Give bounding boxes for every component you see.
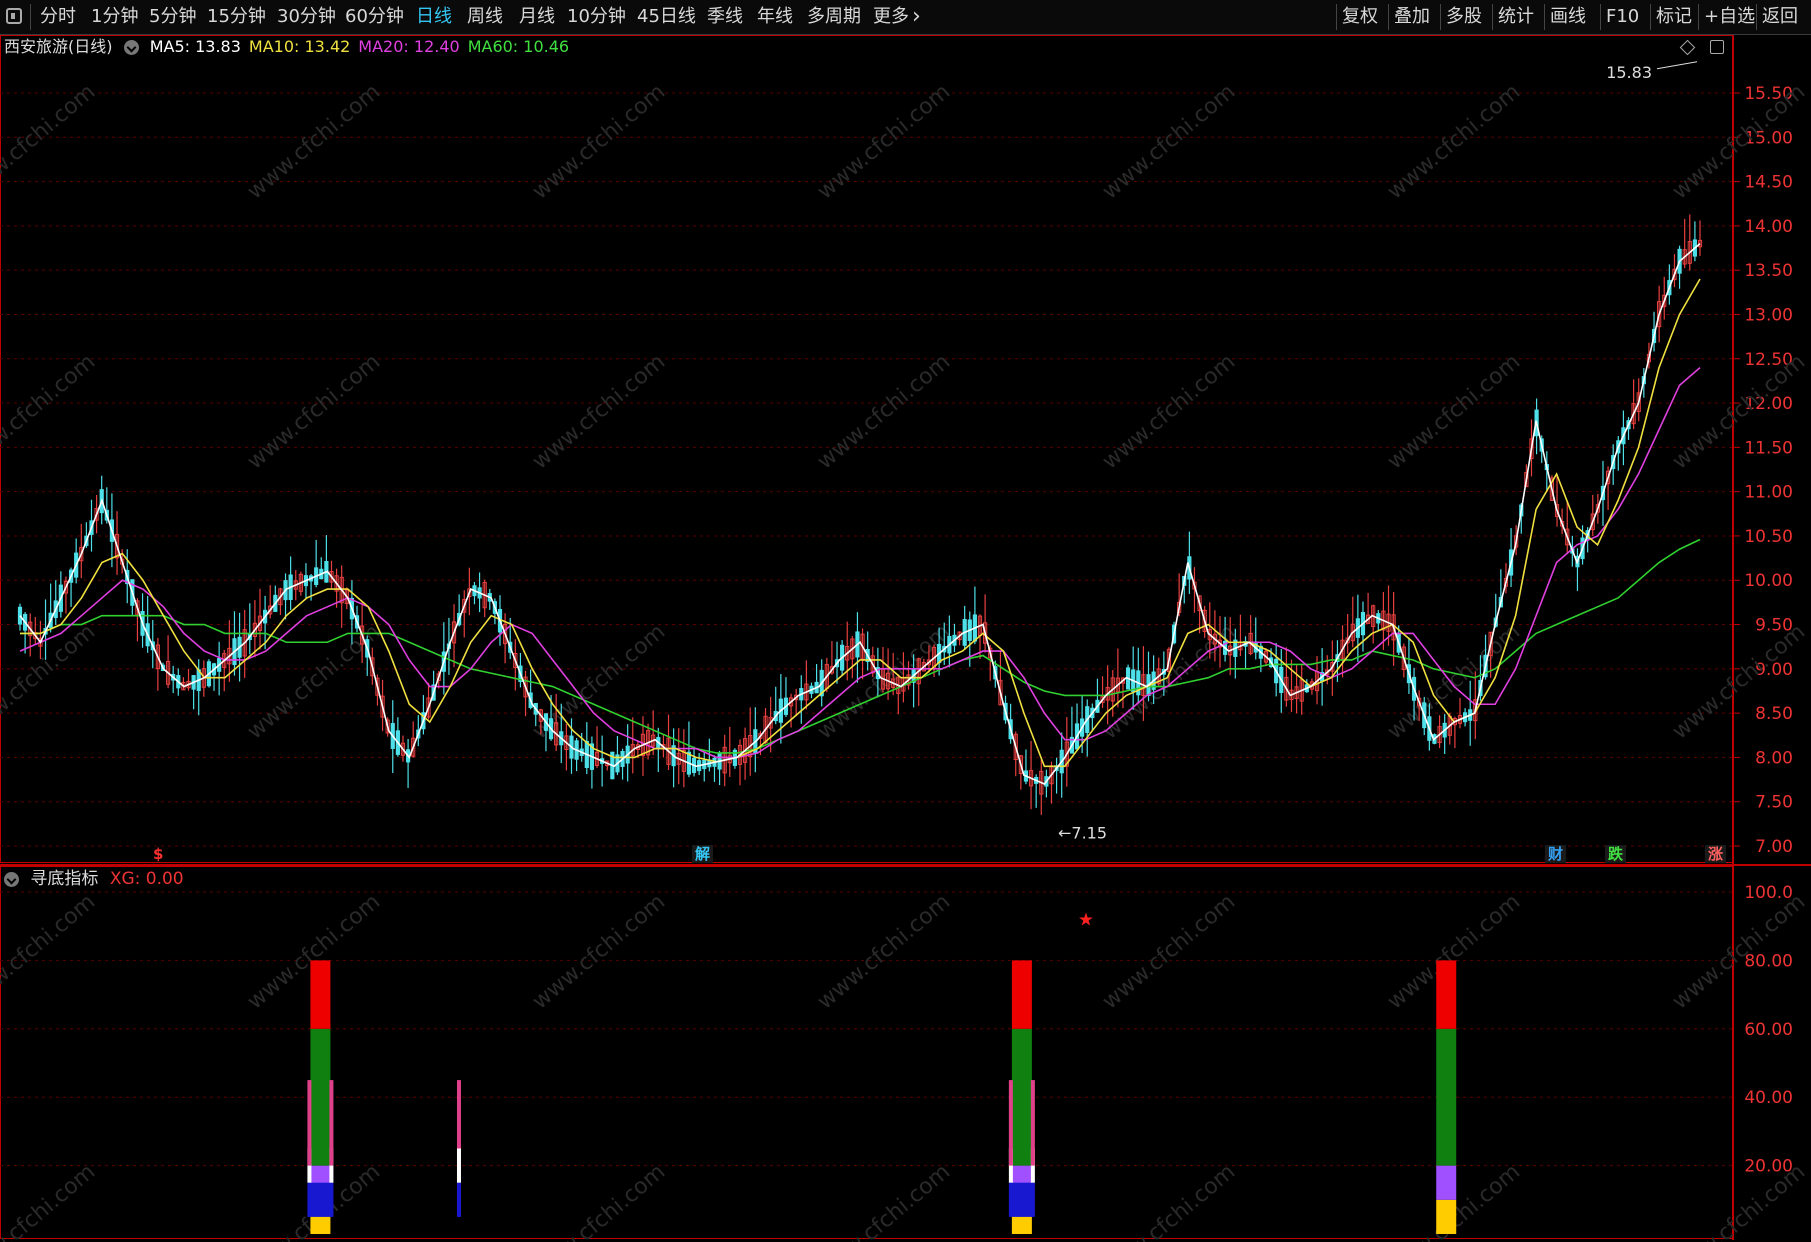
panel-toggle-icon[interactable] <box>1710 40 1724 54</box>
price-axis-label-16: 7.50 <box>1755 793 1793 813</box>
ind-axis-label-2: 60.00 <box>1744 1020 1793 1040</box>
signal-bar-2-seg-2 <box>1011 1028 1032 1166</box>
price-axis-label-4: 13.50 <box>1744 261 1793 281</box>
watermark: www.cfchi.com <box>1383 619 1525 744</box>
star-icon: ★ <box>1078 909 1094 930</box>
watermark: www.cfchi.com <box>528 889 670 1014</box>
watermark: www.cfchi.com <box>1383 349 1525 474</box>
ma-label-1: MA10: 13.42 <box>248 37 351 56</box>
dropdown-icon[interactable] <box>123 40 139 55</box>
watermark: www.cfchi.com <box>1098 1159 1240 1242</box>
ma-legend: MA5: 13.83 MA10: 13.42 MA20: 12.40 MA60: 10… <box>150 37 577 56</box>
event-tag-3[interactable]: 跌 <box>1605 845 1627 863</box>
signal-bar-0-seg-3 <box>310 960 331 1029</box>
stock-title: 西安旅游(日线) <box>4 37 113 56</box>
price-axis-label-14: 8.50 <box>1755 704 1793 724</box>
signal-bar-3-seg-0 <box>1436 1199 1457 1234</box>
ma-label-0: MA5: 13.83 <box>149 37 241 56</box>
high-arrow <box>1656 61 1698 70</box>
signal-pink-r-0 <box>329 1080 334 1166</box>
signal-pink-1 <box>456 1080 461 1149</box>
ind-axis-label-3: 40.00 <box>1744 1088 1793 1108</box>
watermark: www.cfchi.com <box>0 1159 100 1242</box>
signal-bar-3-seg-3 <box>1436 960 1457 1029</box>
price-axis-label-9: 11.00 <box>1744 483 1793 503</box>
signal-pink-l-2 <box>1008 1080 1013 1166</box>
watermark: www.cfchi.com <box>1668 619 1810 744</box>
watermark: www.cfchi.com <box>0 889 100 1014</box>
watermark: www.cfchi.com <box>1098 79 1240 204</box>
price-axis-label-3: 14.00 <box>1744 217 1793 237</box>
indicator-dropdown-icon[interactable] <box>4 871 19 887</box>
watermark: www.cfchi.com <box>1098 889 1240 1014</box>
watermark: www.cfchi.com <box>1383 79 1525 204</box>
price-axis-label-5: 13.00 <box>1744 305 1793 325</box>
watermark: www.cfchi.com <box>0 79 100 204</box>
stock-legend: 西安旅游(日线) MA5: 13.83 MA10: 13.42 MA20: 12.4… <box>4 36 577 58</box>
price-axis-label-8: 11.50 <box>1744 438 1793 458</box>
event-tag-2[interactable]: 财 <box>1545 845 1567 863</box>
chart-canvas: 15.5015.0014.5014.0013.5013.0012.5012.00… <box>0 35 1811 1242</box>
ma-label-3: MA60: 10.46 <box>467 37 570 56</box>
watermark: www.cfchi.com <box>528 79 670 204</box>
watermark: www.cfchi.com <box>528 349 670 474</box>
watermark: www.cfchi.com <box>813 79 955 204</box>
signal-blue-0 <box>307 1182 334 1217</box>
event-tag-4[interactable]: 涨 <box>1705 845 1727 863</box>
price-axis-label-11: 10.00 <box>1744 571 1793 591</box>
indicator-name: 寻底指标 <box>30 869 99 889</box>
ma-label-2: MA20: 12.40 <box>358 37 460 56</box>
signal-bar-3-seg-2 <box>1436 1028 1457 1166</box>
event-tag-1[interactable]: 解 <box>692 845 714 863</box>
watermark: www.cfchi.com <box>528 1159 670 1242</box>
signal-bar-0-seg-2 <box>310 1028 331 1166</box>
price-axis-label-17: 7.00 <box>1755 837 1793 857</box>
signal-blue-2 <box>1008 1182 1035 1217</box>
watermark: www.cfchi.com <box>243 349 385 474</box>
price-axis-label-10: 10.50 <box>1744 527 1793 547</box>
high-label: 15.83 <box>1606 63 1652 82</box>
price-axis-label-2: 14.50 <box>1744 173 1793 193</box>
indicator-xg: XG: 0.00 <box>109 869 184 889</box>
event-tag-0[interactable]: $ <box>150 845 166 863</box>
signal-blue-1 <box>456 1182 461 1217</box>
signal-bar-2-seg-3 <box>1011 960 1032 1029</box>
watermark: www.cfchi.com <box>813 349 955 474</box>
signal-bar-3-seg-1 <box>1436 1165 1457 1200</box>
price-axis-label-15: 8.00 <box>1755 748 1793 768</box>
low-label: ←7.15 <box>1058 824 1107 843</box>
watermark: www.cfchi.com <box>813 1159 955 1242</box>
watermark: www.cfchi.com <box>243 79 385 204</box>
indicator-legend: 寻底指标 XG: 0.00 <box>4 868 184 890</box>
watermark: www.cfchi.com <box>1098 349 1240 474</box>
watermark: www.cfchi.com <box>0 349 100 474</box>
watermark: www.cfchi.com <box>813 889 955 1014</box>
signal-pink-r-2 <box>1030 1080 1035 1166</box>
signal-white-1 <box>456 1148 461 1183</box>
signal-pink-l-0 <box>307 1080 312 1166</box>
watermark: www.cfchi.com <box>1668 1159 1810 1242</box>
